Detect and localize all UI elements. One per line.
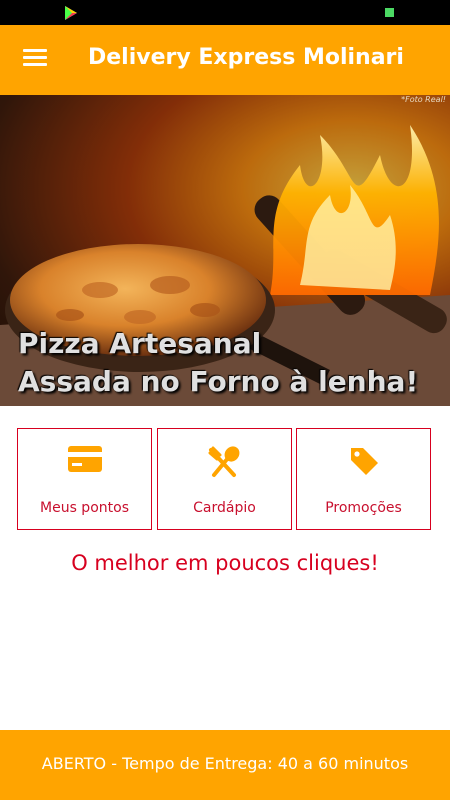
menu-button[interactable]: Cardápio [157,428,292,530]
promotions-button[interactable]: Promoções [296,428,431,530]
menu-label: Cardápio [193,500,256,516]
battery-icon [385,8,394,17]
status-bar [0,0,450,25]
app-title: Delivery Express Molinari [88,45,404,70]
menu-icon[interactable] [23,49,47,69]
tag-icon [350,448,378,475]
hero-headline-line2: Assada no Forno à lenha! [18,365,419,398]
app-bar: Delivery Express Molinari [0,25,450,95]
status-footer: ABERTO - Tempo de Entrega: 40 a 60 minut… [0,730,450,800]
photo-caption: *Foto Real! [401,95,446,104]
tagline: O melhor em poucos cliques! [71,551,379,575]
hero-banner: *Foto Real! Pizza Artesanal Assada no Fo… [0,95,450,406]
play-store-icon [65,6,77,20]
menu-tiles: Meus pontos Cardápio Promoções [17,428,433,530]
fork-spoon-icon [208,446,239,477]
credit-card-icon [67,446,102,472]
my-points-button[interactable]: Meus pontos [17,428,152,530]
hero-headline-line1: Pizza Artesanal [18,327,262,360]
my-points-label: Meus pontos [40,500,129,516]
promotions-label: Promoções [325,500,402,516]
delivery-status: ABERTO - Tempo de Entrega: 40 a 60 minut… [41,754,409,773]
